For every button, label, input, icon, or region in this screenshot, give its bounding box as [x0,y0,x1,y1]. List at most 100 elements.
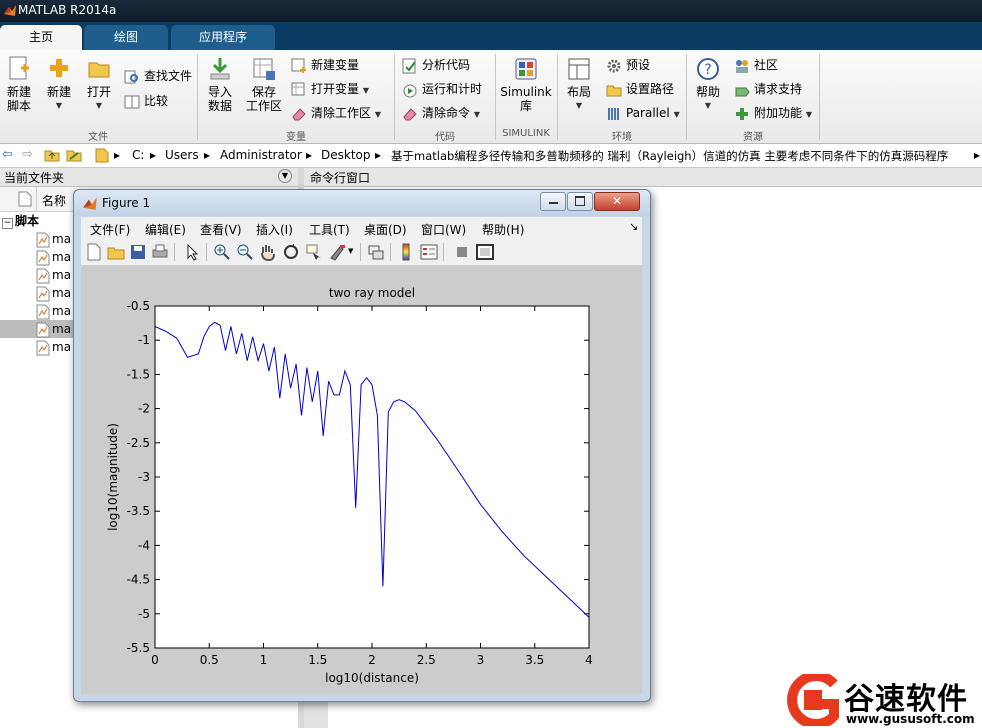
parallel-caret[interactable]: ▼ [674,110,680,119]
maximize-button[interactable] [567,192,593,211]
data-cursor-icon[interactable] [305,243,323,261]
minimize-button[interactable] [540,192,566,211]
find-files-button[interactable]: 查找文件 [124,67,192,85]
request-support-button[interactable]: 请求支持 [734,80,802,98]
new-variable-button[interactable]: 新建变量 [291,56,359,74]
list-item[interactable]: ma [0,284,74,302]
list-item[interactable]: ma [0,230,74,248]
open-variable-caret[interactable]: ▼ [363,86,369,95]
run-and-time-button[interactable]: 运行和计时 [402,80,482,98]
help-button[interactable]: ? 帮助 ▼ [692,56,724,113]
show-plot-tools-icon[interactable] [476,243,494,261]
save-icon[interactable] [129,243,147,261]
open-file-icon[interactable] [107,243,125,261]
community-button[interactable]: 社区 [734,56,778,74]
compare-button[interactable]: 比较 [124,92,168,110]
tab-home[interactable]: 主页 [0,25,82,50]
new-button[interactable]: 新建 ▼ [44,56,74,113]
new-script-button[interactable]: 新建 脚本 [4,56,34,113]
figure-toolbar: ▼ [81,239,642,266]
help-caret[interactable]: ▼ [692,99,724,113]
mfile-icon [36,304,50,319]
legend-icon[interactable] [420,243,438,261]
browse-folder-icon[interactable] [66,147,82,163]
breadcrumb-administrator[interactable]: Administrator [220,148,302,162]
scrollbar[interactable] [304,700,328,728]
list-item[interactable]: ma [0,338,74,356]
collapse-icon[interactable]: − [2,218,13,229]
name-column-header[interactable]: 名称 [42,192,66,209]
current-folder-title: 当前文件夹 [4,171,65,185]
menu-edit[interactable]: 编辑(E) [145,221,186,238]
parallel-button[interactable]: Parallel ▼ [606,104,680,122]
import-data-button[interactable]: 导入 数据 [204,56,236,113]
save-workspace-button[interactable]: 保存 工作区 [244,56,284,113]
preferences-button[interactable]: 预设 [606,56,650,74]
list-item[interactable]: ma [0,266,74,284]
dock-arrow-icon[interactable]: ↘ [629,220,638,233]
pointer-icon[interactable] [183,243,201,261]
layout-button[interactable]: 布局 ▼ [563,56,595,113]
menu-insert[interactable]: 插入(I) [256,221,293,238]
brush-dropdown-icon[interactable]: ▼ [348,247,353,255]
mfile-icon [36,232,50,247]
layout-icon [568,58,590,80]
line-chart[interactable]: two ray model 0 0.5 1 1.5 2 2.5 3 3.5 4 -0.5 -1 -1.5… [81,266,642,694]
list-item[interactable]: ma [0,302,74,320]
forward-arrow-icon[interactable]: ⇨ [22,147,33,162]
up-folder-icon[interactable] [44,147,60,163]
panel-actions-icon[interactable]: ▼ [278,169,292,183]
analyze-code-icon [402,58,416,73]
clear-workspace-button[interactable]: 清除工作区 ▼ [291,104,381,122]
analyze-code-button[interactable]: 分析代码 [402,56,470,74]
menu-view[interactable]: 查看(V) [200,221,242,238]
folder-icon [88,62,110,78]
clear-workspace-caret[interactable]: ▼ [375,110,381,119]
breadcrumb-desktop[interactable]: Desktop [321,148,371,162]
menu-tools[interactable]: 工具(T) [309,221,350,238]
brush-icon[interactable] [328,243,346,261]
open-variable-button[interactable]: 打开变量 ▼ [291,80,369,98]
figure-canvas[interactable]: two ray model 0 0.5 1 1.5 2 2.5 3 3.5 4 -0.5 -1 -1.5… [81,266,642,694]
zoom-out-icon[interactable] [236,243,254,261]
list-item[interactable]: ma [0,248,74,266]
list-item-selected[interactable]: ma [0,320,74,338]
menu-desktop[interactable]: 桌面(D) [364,221,407,238]
menu-help[interactable]: 帮助(H) [482,221,524,238]
root-folder-icon [95,148,109,163]
clear-commands-caret[interactable]: ▼ [474,110,480,119]
folder-script[interactable]: − 脚本 [0,212,39,230]
new-figure-icon[interactable] [85,243,103,261]
print-icon[interactable] [151,243,169,261]
figure-titlebar[interactable]: Figure 1 ✕ [74,190,650,216]
menu-file[interactable]: 文件(F) [90,221,130,238]
zoom-in-icon[interactable] [213,243,231,261]
addons-caret[interactable]: ▼ [806,110,812,119]
back-arrow-icon[interactable]: ⇦ [2,147,13,162]
layout-caret[interactable]: ▼ [563,99,595,113]
rotate-3d-icon[interactable] [282,243,300,261]
addons-button[interactable]: 附加功能 ▼ [734,104,812,122]
open-button[interactable]: 打开 ▼ [84,56,114,113]
new-dropdown-caret[interactable]: ▼ [44,99,74,113]
simulink-library-button[interactable]: Simulink 库 [500,56,552,113]
clear-commands-button[interactable]: 清除命令 ▼ [402,104,480,122]
file-group-label: 文件 [88,132,108,143]
new-variable-icon [291,58,306,73]
menu-window[interactable]: 窗口(W) [421,221,466,238]
open-dropdown-caret[interactable]: ▼ [84,99,114,113]
pan-hand-icon[interactable] [259,243,277,261]
tab-plots[interactable]: 绘图 [84,25,168,50]
colorbar-icon[interactable] [397,243,415,261]
tab-apps[interactable]: 应用程序 [171,25,275,50]
close-button[interactable]: ✕ [594,192,640,211]
set-path-button[interactable]: 设置路径 [606,80,674,98]
hide-plot-tools-icon[interactable] [453,243,471,261]
breadcrumb-project-folder[interactable]: 基于matlab编程多径传输和多普勒频移的 瑞利（Rayleigh）信道的仿真 … [391,148,948,164]
figure-window[interactable]: Figure 1 ✕ 文件(F) 编辑(E) 查看(V) 插入(I) 工具(T)… [73,189,651,702]
breadcrumb-drive[interactable]: C: [132,148,144,162]
y-axis-label: log10(magnitude) [106,423,120,531]
x-tick-label: 0.5 [200,653,219,667]
link-plot-icon[interactable] [367,243,385,261]
breadcrumb-users[interactable]: Users [165,148,199,162]
